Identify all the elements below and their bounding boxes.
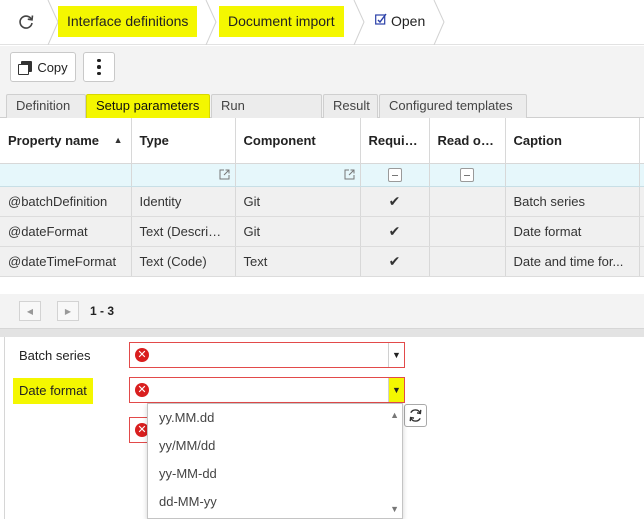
- filter-cell-property-name[interactable]: [0, 163, 132, 187]
- column-header-required[interactable]: Required: [360, 118, 430, 164]
- scroll-down-icon[interactable]: ▼: [390, 504, 399, 514]
- filter-cell-read-only[interactable]: [429, 163, 506, 187]
- cell-read-only: [429, 246, 506, 277]
- error-icon: ✕: [135, 383, 149, 397]
- cell-overflow: [639, 216, 644, 247]
- filter-cell-component[interactable]: [235, 163, 361, 187]
- cell-property-name: @dateFormat: [0, 216, 132, 247]
- cell-type: Identity: [131, 186, 236, 217]
- tab-run-parameters[interactable]: Run parameters: [211, 94, 322, 135]
- breadcrumb-interface-definitions[interactable]: Interface definitions: [58, 6, 198, 37]
- filter-cell-required[interactable]: [360, 163, 430, 187]
- more-vertical-icon: [97, 58, 101, 76]
- pager: ◀ ▶ 1 - 3: [0, 294, 644, 328]
- reload-icon: [409, 409, 422, 422]
- column-header-component[interactable]: Component: [235, 118, 361, 164]
- parameters-grid: Property name ▲ Type Component Required …: [0, 118, 644, 277]
- external-link-icon[interactable]: [219, 169, 230, 180]
- batch-series-label: Batch series: [19, 348, 91, 363]
- breadcrumb: Interface definitions Document import Op…: [0, 0, 644, 45]
- table-row[interactable]: @batchDefinition Identity Git ✔ Batch se…: [0, 186, 644, 217]
- column-header-caption[interactable]: Caption: [505, 118, 640, 164]
- chevron-down-icon[interactable]: ▼: [388, 343, 404, 367]
- cell-read-only: [429, 216, 506, 247]
- cell-caption: Date format: [505, 216, 640, 247]
- dropdown-option[interactable]: yy-MM-dd: [148, 460, 402, 488]
- copy-icon: [18, 61, 33, 75]
- reload-button[interactable]: [404, 404, 427, 427]
- cell-caption: Batch series: [505, 186, 640, 217]
- checkmark-icon: ✔: [360, 186, 430, 217]
- filter-row: [0, 163, 644, 187]
- dropdown-option[interactable]: yy.MM.dd: [148, 404, 402, 432]
- cell-component: Text: [235, 246, 361, 277]
- batch-series-select[interactable]: ✕ ▼: [129, 342, 405, 368]
- column-header-type[interactable]: Type: [131, 118, 236, 164]
- table-row[interactable]: @dateFormat Text (Descript... Git ✔ Date…: [0, 216, 644, 247]
- filter-checkbox-indeterminate[interactable]: [387, 167, 402, 182]
- date-format-dropdown[interactable]: yy.MM.dd yy/MM/dd yy-MM-dd dd-MM-yy ▲ ▼: [147, 403, 403, 519]
- column-header-label: Property name: [8, 132, 100, 148]
- tab-result[interactable]: Result: [323, 94, 378, 118]
- checkmark-icon: ✔: [360, 246, 430, 277]
- cell-component: Git: [235, 186, 361, 217]
- filter-cell-type[interactable]: [131, 163, 236, 187]
- breadcrumb-separator: [353, 0, 365, 45]
- tab-bar: Definition Setup parameters Run paramete…: [0, 90, 644, 135]
- tab-definition[interactable]: Definition: [6, 94, 86, 118]
- column-header-overflow: [639, 118, 644, 164]
- error-icon: ✕: [135, 348, 149, 362]
- column-header-property-name[interactable]: Property name ▲: [0, 118, 132, 164]
- external-link-icon[interactable]: [344, 169, 355, 180]
- open-icon: [375, 6, 387, 37]
- page-range: 1 - 3: [90, 304, 115, 318]
- tab-setup-parameters[interactable]: Setup parameters: [86, 94, 210, 118]
- dropdown-option[interactable]: dd-MM-yy: [148, 488, 402, 516]
- copy-button[interactable]: Copy: [10, 52, 76, 82]
- chevron-left-icon: ◀: [26, 306, 34, 316]
- checkmark-icon: ✔: [360, 216, 430, 247]
- dropdown-option[interactable]: yy/MM/dd: [148, 432, 402, 460]
- toolbar: Copy: [0, 46, 644, 90]
- date-format-label: Date format: [13, 378, 93, 404]
- cell-overflow: [639, 186, 644, 217]
- cell-property-name: @dateTimeFormat: [0, 246, 132, 277]
- cell-type: Text (Code): [131, 246, 236, 277]
- breadcrumb-open[interactable]: Open: [366, 6, 434, 37]
- cell-overflow: [639, 246, 644, 277]
- breadcrumb-open-label: Open: [391, 13, 426, 29]
- cell-component: Git: [235, 216, 361, 247]
- column-header-read-only[interactable]: Read only: [429, 118, 506, 164]
- sort-ascending-icon: ▲: [113, 135, 123, 145]
- cell-caption: Date and time for...: [505, 246, 640, 277]
- filter-cell-caption[interactable]: [505, 163, 640, 187]
- filter-checkbox-indeterminate[interactable]: [460, 167, 474, 182]
- next-page-button[interactable]: ▶: [57, 301, 79, 321]
- cell-type: Text (Descript...: [131, 216, 236, 247]
- table-row[interactable]: @dateTimeFormat Text (Code) Text ✔ Date …: [0, 246, 644, 277]
- breadcrumb-separator: [205, 0, 217, 45]
- tab-configured-templates[interactable]: Configured templates: [379, 94, 527, 118]
- refresh-icon: [19, 15, 34, 29]
- cell-read-only: [429, 186, 506, 217]
- chevron-down-icon[interactable]: ▼: [388, 378, 404, 402]
- cell-property-name: @batchDefinition: [0, 186, 132, 217]
- panel-splitter[interactable]: [0, 328, 644, 337]
- date-format-select[interactable]: ✕ ▼: [129, 377, 405, 403]
- copy-button-label: Copy: [37, 59, 68, 75]
- chevron-right-icon: ▶: [64, 306, 72, 316]
- refresh-button[interactable]: [10, 8, 42, 36]
- previous-page-button[interactable]: ◀: [19, 301, 41, 321]
- breadcrumb-document-import[interactable]: Document import: [219, 6, 344, 37]
- breadcrumb-separator: [433, 0, 445, 45]
- filter-cell-overflow: [639, 163, 644, 187]
- more-options-button[interactable]: [83, 52, 115, 82]
- scroll-up-icon[interactable]: ▲: [390, 410, 399, 420]
